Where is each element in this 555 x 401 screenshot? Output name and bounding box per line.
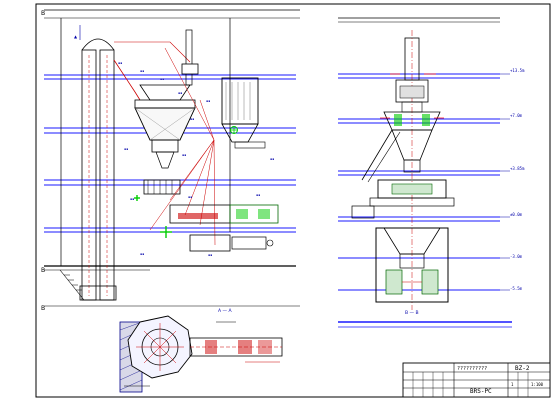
svg-text:▪▪: ▪▪: [208, 253, 212, 257]
svg-text:▪▪: ▪▪: [124, 147, 128, 151]
svg-text:▪▪: ▪▪: [256, 193, 260, 197]
svg-text:▲: ▲: [74, 34, 78, 39]
plan-view: B A — A: [41, 305, 300, 393]
gear-drive: [189, 234, 274, 252]
svg-text:▪▪: ▪▪: [140, 69, 144, 73]
elev-4: ±0.0m: [510, 212, 523, 217]
svg-text:B: B: [41, 305, 45, 312]
drawing-number: BZ-2: [515, 365, 530, 372]
left-elevation-view: B B ▲ ▪▪▪▪▪▪ ▪▪▪▪▪▪ ▪▪▪▪▪▪ ▪▪ ▪▪ ▪▪ ▪▪▪▪: [41, 9, 300, 301]
elev-1: +13.5m: [510, 68, 525, 73]
drawing-svg: B B ▲ ▪▪▪▪▪▪ ▪▪▪▪▪▪ ▪▪▪▪▪▪ ▪▪ ▪▪ ▪▪ ▪▪▪▪…: [35, 3, 551, 398]
title-block: ?????????? BZ-2 BRS-PC 1:100 1: [402, 362, 551, 398]
right-section-view: +13.5m +7.0m +3.85m ±0.0m -3.0m -5.5m B …: [338, 17, 525, 316]
stair-left: [59, 269, 85, 301]
bucket-elevator: ▲: [74, 25, 117, 301]
project-title: ??????????: [457, 366, 487, 372]
section-mark-bottom: B: [41, 267, 45, 274]
cad-drawing-canvas: B B ▲ ▪▪ ▪▪ ▪▪ ▪▪ ▪▪ ▪▪ ▪▪ ▪▪ ▪▪ ▪▪ ▪▪ ▪…: [0, 0, 555, 401]
plan-arrow-label: A — A: [218, 308, 232, 314]
svg-text:▪▪: ▪▪: [130, 197, 134, 201]
sheet-border: [35, 3, 551, 398]
section-mark-top: B: [41, 10, 45, 17]
grinding-mill: [143, 179, 279, 224]
svg-text:▪▪: ▪▪: [118, 61, 122, 65]
svg-text:▪▪: ▪▪: [178, 91, 182, 95]
svg-text:▪▪: ▪▪: [182, 153, 186, 157]
section-bb-label: B — B: [405, 310, 419, 316]
elev-3: +3.85m: [510, 166, 525, 171]
elev-6: -5.5m: [510, 286, 523, 291]
svg-text:▪▪: ▪▪: [190, 117, 194, 121]
svg-text:▪▪: ▪▪: [270, 157, 274, 161]
svg-text:▪▪: ▪▪: [206, 99, 210, 103]
dust-collector: [221, 77, 266, 149]
floor-lines-right: [338, 73, 500, 291]
scale-label: 1:100: [531, 382, 544, 387]
svg-text:▪▪: ▪▪: [160, 77, 164, 81]
elev-2: +7.0m: [510, 113, 523, 118]
svg-text:▪▪: ▪▪: [188, 195, 192, 199]
svg-text:▪▪: ▪▪: [140, 252, 144, 256]
drawing-code: BRS-PC: [470, 388, 492, 395]
elev-5: -3.0m: [510, 254, 523, 259]
